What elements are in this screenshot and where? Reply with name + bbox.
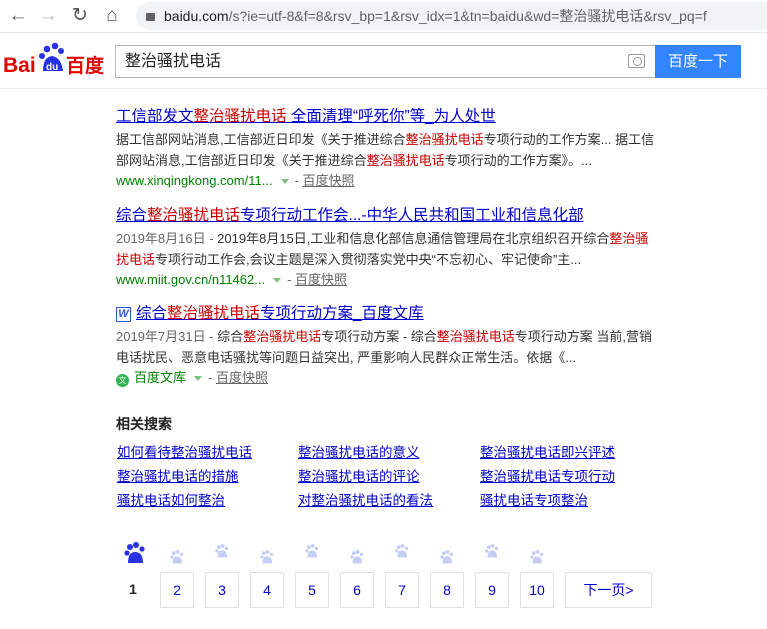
dropdown-arrow-icon[interactable] [280,179,289,184]
search-input[interactable]: 整治骚扰电话 [115,45,655,78]
snippet-segment: 2019年8月16日 - [116,231,218,246]
search-header: Bai du 百度 整治骚扰电话 百度一下 [0,33,767,89]
page-paw-icon [260,550,276,566]
page-2-button[interactable]: 2 [160,572,194,608]
page-6-button[interactable]: 6 [340,572,374,608]
search-result: 工信部发文整治骚扰电话 全面清理“呼死你”等_为人处世 据工信部网站消息,工信部近… [116,106,656,191]
source-url[interactable]: www.xinqingkong.com/11... [116,173,273,188]
result-source: www.miit.gov.cn/n11462... - 百度快照 [116,272,348,287]
related-search-link[interactable]: 如何看待整治骚扰电话 [117,441,252,461]
browser-toolbar: ← → ↻ ⌂ baidu.com/s?ie=utf-8&f=8&rsv_bp=… [0,0,767,33]
page-paw-icon [215,544,231,560]
result-snippet: 据工信部网站消息,工信部近日印发《关于推进综合整治骚扰电话专项行动的工作方案..… [116,129,656,171]
title-segment: 综合 [116,207,148,224]
page-paw-icon [350,550,366,566]
search-button[interactable]: 百度一下 [655,45,741,78]
related-search-link[interactable]: 整治骚扰电话即兴评述 [480,441,615,461]
current-page-paw-icon [124,542,145,563]
title-segment: 整治骚扰电话 [147,207,241,224]
svg-text:百度: 百度 [66,54,105,75]
home-icon[interactable]: ⌂ [100,4,124,28]
result-snippet: 2019年8月16日 - 2019年8月15日,工业和信息化部信息通信管理局在北… [116,228,656,270]
snippet-segment: 专项行动的工作方案》。... [444,153,592,168]
title-segment: 工信部发文 [116,108,194,125]
snippet-segment: 专项行动方案 - 综合 [321,329,437,344]
snippet-segment: 据工信部网站消息,工信部近日印发《关于推进综合 [116,132,406,147]
title-segment: 专项行动工作会...-中华人民共和国工业和信息化部 [240,207,584,224]
title-segment: 全面清理“呼死你”等_为人处世 [286,108,496,125]
page-4-button[interactable]: 4 [250,572,284,608]
cache-link[interactable]: 百度快照 [216,370,268,385]
source-url[interactable]: 百度文库 [134,370,186,385]
dropdown-arrow-icon[interactable] [194,376,203,381]
page-paw-icon [170,550,186,566]
title-segment: 综合 [136,305,168,322]
page-paw-icon [530,550,546,566]
camera-icon[interactable] [628,54,645,68]
related-searches-heading: 相关搜索 [116,416,172,432]
result-title-link[interactable]: 工信部发文整治骚扰电话 全面清理“呼死你”等_为人处世 [116,108,496,125]
result-snippet: 2019年7月31日 - 综合整治骚扰电话专项行动方案 - 综合整治骚扰电话专项… [116,326,656,368]
related-search-link[interactable]: 整治骚扰电话专项行动 [480,465,615,485]
snippet-segment: 整治骚扰电话 [366,153,445,168]
cache-link[interactable]: 百度快照 [295,272,347,287]
page-3-button[interactable]: 3 [205,572,239,608]
snippet-segment: 专项行动工作会,会议主题是深入贯彻落实党中央“不忘初心、牢记使命”主... [155,252,582,267]
related-search-link[interactable]: 整治骚扰电话的意义 [298,441,420,461]
current-page: 1 [129,581,137,597]
reload-icon[interactable]: ↻ [68,4,92,28]
search-result: 综合整治骚扰电话专项行动工作会...-中华人民共和国工业和信息化部 2019年8月… [116,205,656,290]
snippet-segment: 2019年7月31日 - [116,329,218,344]
page-paw-icon [395,544,411,560]
url-path: /s?ie=utf-8&f=8&rsv_bp=1&rsv_idx=1&tn=ba… [228,8,707,24]
next-page-button[interactable]: 下一页> [565,572,652,608]
address-bar[interactable]: baidu.com/s?ie=utf-8&f=8&rsv_bp=1&rsv_id… [136,2,767,30]
related-search-link[interactable]: 骚扰电话专项整治 [480,489,588,509]
source-url[interactable]: www.miit.gov.cn/n11462... [116,272,265,287]
snippet-segment: 综合 [217,329,244,344]
related-search-link[interactable]: 整治骚扰电话的评论 [298,465,420,485]
page-9-button[interactable]: 9 [475,572,509,608]
snippet-segment: 整治骚扰电话 [436,329,515,344]
title-segment: 整治骚扰电话 [167,305,261,322]
result-title-link[interactable]: 综合整治骚扰电话专项行动工作会...-中华人民共和国工业和信息化部 [116,207,584,224]
snippet-segment: 2019年8月15日,工业和信息化部信息通信管理局在北京组织召开综合 [217,231,610,246]
page-10-button[interactable]: 10 [520,572,554,608]
page-paw-icon [305,544,321,560]
page-paw-icon [440,550,456,566]
related-search-link[interactable]: 对整治骚扰电话的看法 [298,489,433,509]
related-search-link[interactable]: 骚扰电话如何整治 [117,489,225,509]
result-source: www.xinqingkong.com/11... - 百度快照 [116,173,355,188]
back-icon[interactable]: ← [6,4,30,28]
dropdown-arrow-icon[interactable] [273,278,282,283]
related-search-link[interactable]: 整治骚扰电话的措施 [117,465,239,485]
lock-icon [146,13,155,21]
baidu-logo[interactable]: Bai du 百度 [3,41,107,75]
forward-icon[interactable]: → [36,4,60,28]
page-paw-icon [485,544,501,560]
result-title-link[interactable]: W 综合整治骚扰电话专项行动方案_百度文库 [116,305,424,322]
word-doc-icon: W [116,307,131,322]
url-host: baidu.com [164,8,229,24]
snippet-segment: 整治骚扰电话 [405,132,484,147]
snippet-segment: 整治骚扰电话 [243,329,322,344]
wenku-icon: 文 [116,374,129,387]
title-segment: 专项行动方案_百度文库 [260,305,424,322]
search-result: W 综合整治骚扰电话专项行动方案_百度文库 2019年7月31日 - 综合整治骚扰电… [116,303,656,388]
result-source: 文百度文库 - 百度快照 [116,368,656,388]
svg-text:Bai: Bai [3,54,36,75]
page-8-button[interactable]: 8 [430,572,464,608]
cache-link[interactable]: 百度快照 [303,173,355,188]
search-query: 整治骚扰电话 [125,53,222,70]
page-7-button[interactable]: 7 [385,572,419,608]
title-segment: 整治骚扰电话 [193,108,287,125]
page-5-button[interactable]: 5 [295,572,329,608]
svg-text:du: du [46,62,58,73]
